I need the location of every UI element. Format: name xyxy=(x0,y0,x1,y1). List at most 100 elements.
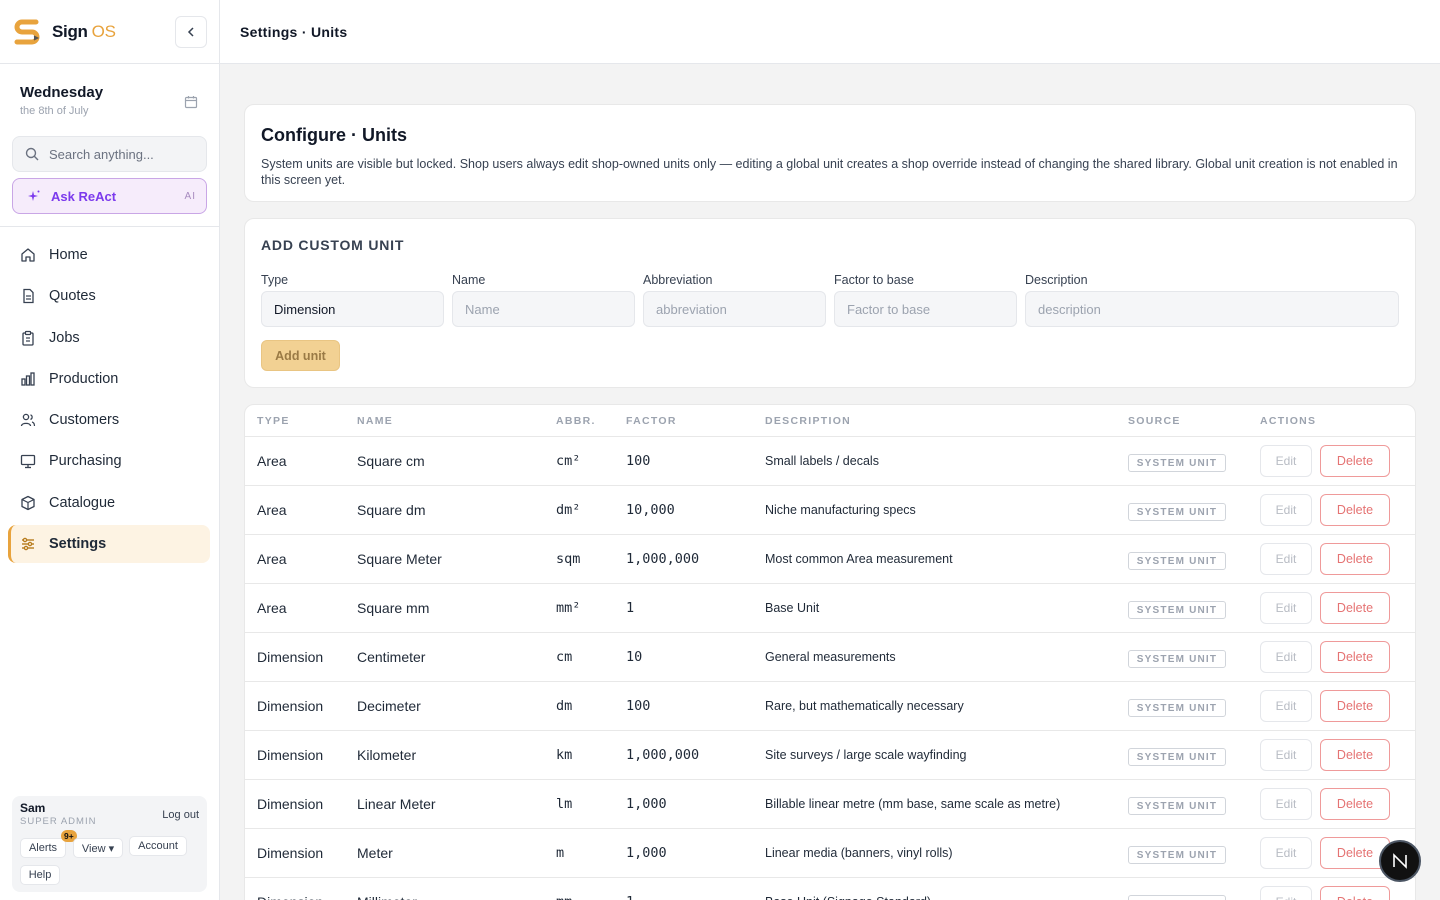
cell-description: Rare, but mathematically necessary xyxy=(765,699,964,713)
cell-description: Base Unit (Signage Standard) xyxy=(765,895,931,900)
name-input[interactable]: Name xyxy=(452,291,635,327)
alerts-button[interactable]: Alerts 9+ xyxy=(20,830,77,858)
delete-button[interactable]: Delete xyxy=(1320,445,1390,477)
edit-button[interactable]: Edit xyxy=(1260,592,1312,624)
nav-item-quotes[interactable]: Quotes xyxy=(8,277,210,315)
edit-button[interactable]: Edit xyxy=(1260,739,1312,771)
col-abbr: ABBR. xyxy=(556,415,596,427)
delete-button[interactable]: Delete xyxy=(1320,641,1390,673)
cell-description: General measurements xyxy=(765,650,896,664)
nav-label: Settings xyxy=(49,536,107,553)
cell-abbr: cm² xyxy=(556,453,581,469)
units-table: TYPE NAME ABBR. FACTOR DESCRIPTION SOURC… xyxy=(244,404,1416,900)
delete-button[interactable]: Delete xyxy=(1320,739,1390,771)
cell-abbr: dm² xyxy=(556,502,581,518)
cell-factor: 10 xyxy=(626,649,643,665)
cell-name: Linear Meter xyxy=(357,796,436,812)
col-name: NAME xyxy=(357,415,394,427)
cell-abbr: lm xyxy=(556,796,573,812)
cell-type: Dimension xyxy=(257,698,324,714)
delete-button[interactable]: Delete xyxy=(1320,788,1390,820)
edit-button[interactable]: Edit xyxy=(1260,690,1312,722)
table-row: Area Square dm dm² 10,000 Niche manufacturin… xyxy=(245,486,1415,535)
delete-button[interactable]: Delete xyxy=(1320,543,1390,575)
nav-item-catalogue[interactable]: Catalogue xyxy=(8,484,210,522)
cell-name: Square dm xyxy=(357,502,426,518)
nav-label: Catalogue xyxy=(49,494,116,511)
delete-button[interactable]: Delete xyxy=(1320,494,1390,526)
ai-tag: AI xyxy=(184,190,196,202)
cell-abbr: cm xyxy=(556,649,573,665)
cell-factor: 100 xyxy=(626,453,651,469)
cell-description: Base Unit xyxy=(765,601,820,615)
cell-description: Most common Area measurement xyxy=(765,552,953,566)
cell-type: Dimension xyxy=(257,649,324,665)
intro-description: System units are visible but locked. Sho… xyxy=(261,157,1398,187)
box-icon xyxy=(21,495,35,510)
type-select[interactable]: Dimension xyxy=(261,291,444,327)
nav-item-settings[interactable]: Settings xyxy=(8,525,210,564)
table-row: Area Square cm cm² 100 Small labels / decals… xyxy=(245,437,1415,486)
abbreviation-input[interactable]: abbreviation xyxy=(643,291,826,327)
nav-item-purchasing[interactable]: Purchasing xyxy=(8,442,210,480)
search-icon xyxy=(25,147,39,161)
cell-factor: 100 xyxy=(626,698,651,714)
user-card: Sam SUPER ADMIN Log out Alerts 9+ View ▾… xyxy=(12,796,207,892)
edit-button[interactable]: Edit xyxy=(1260,445,1312,477)
factor-input[interactable]: Factor to base xyxy=(834,291,1017,327)
floating-n-button[interactable] xyxy=(1379,840,1421,882)
ask-react-label: Ask ReAct xyxy=(51,188,117,204)
search-input[interactable] xyxy=(49,146,199,162)
table-row: Dimension Millimeter mm 1 Base Unit (Signage… xyxy=(245,878,1415,900)
edit-button[interactable]: Edit xyxy=(1260,543,1312,575)
page-title: Configure · Units xyxy=(261,125,407,145)
sign-os-logo xyxy=(12,17,42,47)
edit-button[interactable]: Edit xyxy=(1260,641,1312,673)
date-subtitle: the 8th of July xyxy=(20,105,89,117)
add-unit-title: ADD CUSTOM UNIT xyxy=(261,237,405,253)
collapse-sidebar-button[interactable] xyxy=(175,16,207,48)
delete-button[interactable]: Delete xyxy=(1320,592,1390,624)
cell-abbr: mm xyxy=(556,894,572,900)
cell-type: Dimension xyxy=(257,894,323,900)
source-badge: SYSTEM UNIT xyxy=(1128,601,1226,619)
nav-item-customers[interactable]: Customers xyxy=(8,401,210,439)
abbreviation-label: Abbreviation xyxy=(643,273,713,287)
edit-button[interactable]: Edit xyxy=(1260,788,1312,820)
logout-button[interactable]: Log out xyxy=(162,809,199,821)
nav-item-home[interactable]: Home xyxy=(8,236,210,274)
calendar-icon[interactable] xyxy=(184,95,198,109)
description-input[interactable]: description xyxy=(1025,291,1399,327)
document-icon xyxy=(23,289,34,304)
nav-item-production[interactable]: Production xyxy=(8,360,210,398)
delete-button[interactable]: Delete xyxy=(1320,690,1390,722)
edit-button[interactable]: Edit xyxy=(1260,886,1312,900)
cell-description: Small labels / decals xyxy=(765,454,879,468)
chevron-left-icon xyxy=(187,27,194,37)
source-badge: SYSTEM UNIT xyxy=(1128,552,1226,570)
table-row: Dimension Linear Meter lm 1,000 Billable lin… xyxy=(245,780,1415,829)
home-icon xyxy=(21,248,35,262)
brand-name: Sign OS xyxy=(52,21,116,41)
add-unit-button[interactable]: Add unit xyxy=(261,340,340,371)
cell-type: Dimension xyxy=(257,747,324,763)
cell-name: Meter xyxy=(357,845,393,861)
source-badge: SYSTEM UNIT xyxy=(1128,503,1226,521)
view-dropdown[interactable]: View ▾ xyxy=(73,838,123,858)
delete-button[interactable]: Delete xyxy=(1320,886,1390,900)
nav-label: Production xyxy=(49,370,119,387)
sidebar-divider xyxy=(0,226,219,227)
ask-react-button[interactable]: Ask ReAct AI xyxy=(12,178,207,214)
edit-button[interactable]: Edit xyxy=(1260,837,1312,869)
account-button[interactable]: Account xyxy=(129,836,187,856)
search-box[interactable] xyxy=(12,136,207,172)
cell-type: Area xyxy=(257,453,287,469)
help-button[interactable]: Help xyxy=(20,865,60,885)
nav-label: Purchasing xyxy=(49,453,122,470)
nav-item-jobs[interactable]: Jobs xyxy=(8,319,210,357)
edit-button[interactable]: Edit xyxy=(1260,494,1312,526)
user-role: SUPER ADMIN xyxy=(20,816,97,827)
alerts-label: Alerts xyxy=(28,842,58,854)
col-type: TYPE xyxy=(257,415,290,427)
table-header: TYPE NAME ABBR. FACTOR DESCRIPTION SOURC… xyxy=(245,405,1415,437)
